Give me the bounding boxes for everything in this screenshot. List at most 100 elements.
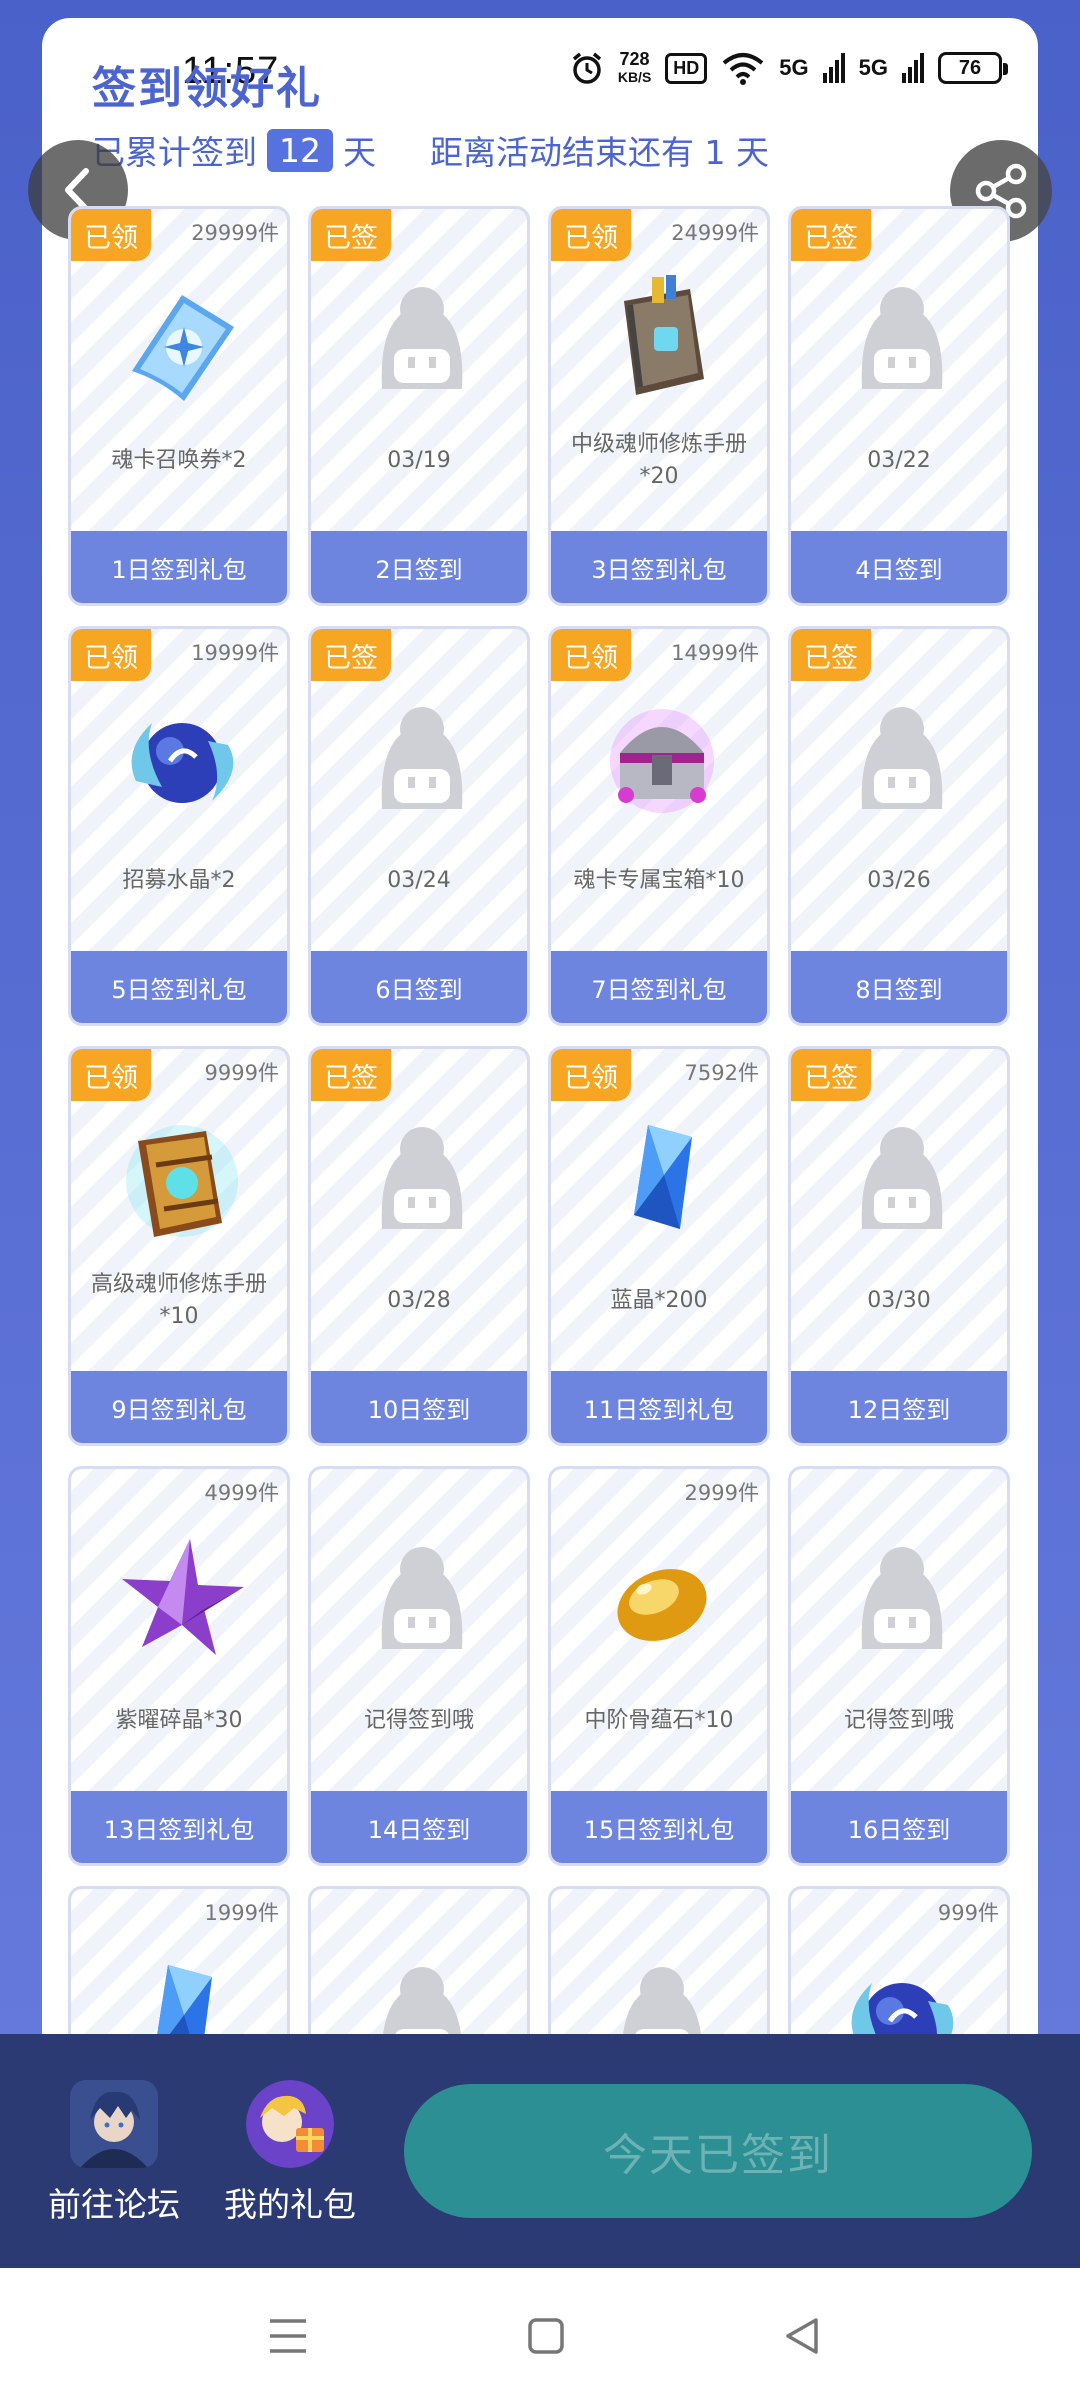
day-label: 14日签到: [311, 1791, 527, 1863]
book-icon: [592, 271, 732, 411]
reward-card[interactable]: 已签 03/24 6日签到: [308, 626, 530, 1026]
signin-summary: 已累计签到 12 天 距离活动结束还有 1 天: [92, 124, 769, 176]
reward-card[interactable]: 记得签到哦 14日签到: [308, 1466, 530, 1866]
stock-count: 4999件: [204, 1481, 279, 1505]
status-tag: 已领: [551, 629, 631, 681]
reward-card[interactable]: 已领 29999件 魂卡召唤券*2 1日签到礼包: [68, 206, 290, 606]
stock-count: 19999件: [191, 641, 279, 665]
placeholder-icon: [592, 1951, 732, 2034]
orb-icon: [832, 1951, 972, 2034]
day-label: 15日签到礼包: [551, 1791, 767, 1863]
placeholder-icon: [832, 1531, 972, 1671]
day-label: 6日签到: [311, 951, 527, 1023]
crystal-icon: [112, 1951, 252, 2034]
reward-name: 记得签到哦: [363, 1708, 474, 1733]
ticket-icon: [112, 271, 252, 411]
reward-card[interactable]: 已领 19999件招募水晶*2 5日签到礼包: [68, 626, 290, 1026]
reward-name: 中级魂师修炼手册*20: [570, 432, 747, 489]
reward-name: 蓝晶*200: [610, 1288, 708, 1313]
reward-name: 03/26: [867, 868, 931, 893]
placeholder-icon: [832, 1111, 972, 1251]
reward-name: 魂卡专属宝箱*10: [573, 868, 745, 893]
day-label: 8日签到: [791, 951, 1007, 1023]
status-tag: 已签: [311, 629, 391, 681]
wifi-icon: [722, 53, 764, 85]
status-tag: 已领: [551, 209, 631, 261]
reward-card[interactable]: 已领 7592件 蓝晶*200 11日签到礼包: [548, 1046, 770, 1446]
reward-grid: 已领 29999件 魂卡召唤券*2 1日签到礼包 已签 03/19 2日签到 已领 24999件…: [68, 206, 1012, 2034]
activity-end-text: 距离活动结束还有 1 天: [430, 133, 769, 172]
stock-count: 7592件: [684, 1061, 759, 1085]
signal-bars-icon: [822, 53, 845, 83]
forum-avatar: [70, 2080, 158, 2168]
day-label: 9日签到礼包: [71, 1371, 287, 1443]
square-home-icon: [528, 2318, 564, 2354]
reward-card[interactable]: 999件: [788, 1886, 1010, 2034]
my-gifts-entry[interactable]: 我的礼包: [210, 2080, 370, 2226]
day-label: 13日签到礼包: [71, 1791, 287, 1863]
crystal-icon: [592, 1111, 732, 1251]
day-label: 16日签到: [791, 1791, 1007, 1863]
star-icon: [112, 1531, 252, 1671]
reward-card[interactable]: 已签 03/22 4日签到: [788, 206, 1010, 606]
reward-name: 03/28: [387, 1288, 451, 1313]
reward-card[interactable]: 已签 03/26 8日签到: [788, 626, 1010, 1026]
day-label: 1日签到礼包: [71, 531, 287, 603]
reward-name: 03/24: [387, 868, 451, 893]
reward-card[interactable]: [548, 1886, 770, 2034]
day-label: 5日签到礼包: [71, 951, 287, 1023]
system-nav-bar: [0, 2268, 1080, 2400]
net-speed-value: 728: [619, 49, 650, 69]
reward-card[interactable]: 4999件紫曜碎晶*30 13日签到礼包: [68, 1466, 290, 1866]
day-label: 3日签到礼包: [551, 531, 767, 603]
reward-name: 紫曜碎晶*30: [115, 1708, 243, 1733]
reward-card[interactable]: 已领 24999件中级魂师修炼手册*20 3日签到礼包: [548, 206, 770, 606]
home-nav-button[interactable]: [524, 2314, 568, 2358]
status-icons: 728 KB/S HD 5G 5G 76: [570, 49, 1008, 86]
signed-today-button[interactable]: 今天已签到: [404, 2084, 1032, 2218]
status-tag: 已领: [71, 629, 151, 681]
reward-card[interactable]: 已领 9999件 高级魂师修炼手册*10 9日签到礼包: [68, 1046, 290, 1446]
amber-stone-icon: [592, 1531, 732, 1671]
reward-name: 03/30: [867, 1288, 931, 1313]
stock-count: 2999件: [684, 1481, 759, 1505]
placeholder-icon: [352, 1531, 492, 1671]
stock-count: 1999件: [204, 1901, 279, 1925]
reward-card[interactable]: 1999件: [68, 1886, 290, 2034]
status-tag: 已领: [551, 1049, 631, 1101]
signal-2-label: 5G: [858, 55, 888, 80]
stock-count: 999件: [937, 1901, 999, 1925]
placeholder-icon: [352, 1951, 492, 2034]
my-gifts-label: 我的礼包: [224, 2185, 356, 2224]
menu-nav-button[interactable]: [266, 2314, 310, 2358]
reward-card[interactable]: 2999件 中阶骨蕴石*10 15日签到礼包: [548, 1466, 770, 1866]
chest-icon: [592, 691, 732, 831]
reward-name: 03/22: [867, 448, 931, 473]
reward-name: 魂卡召唤券*2: [111, 448, 247, 473]
forum-label: 前往论坛: [48, 2185, 180, 2224]
triangle-back-icon: [786, 2318, 818, 2354]
status-tag: 已签: [791, 209, 871, 261]
reward-card[interactable]: 已签 03/28 10日签到: [308, 1046, 530, 1446]
reward-card[interactable]: 已签 03/19 2日签到: [308, 206, 530, 606]
signal-1-label: 5G: [779, 55, 809, 80]
battery-level: 76: [958, 56, 982, 79]
reward-card[interactable]: 记得签到哦 16日签到: [788, 1466, 1010, 1866]
reward-card[interactable]: 已签 03/30 12日签到: [788, 1046, 1010, 1446]
stock-count: 24999件: [671, 221, 759, 245]
placeholder-icon: [352, 271, 492, 411]
placeholder-icon: [832, 691, 972, 831]
back-nav-button[interactable]: [780, 2314, 824, 2358]
menu-icon: [270, 2319, 306, 2353]
reward-name: 招募水晶*2: [122, 868, 236, 893]
day-label: 4日签到: [791, 531, 1007, 603]
reward-card[interactable]: [308, 1886, 530, 2034]
status-tag: 已签: [311, 209, 391, 261]
day-label: 10日签到: [311, 1371, 527, 1443]
alarm-icon: [572, 52, 601, 84]
day-label: 12日签到: [791, 1371, 1007, 1443]
forum-entry[interactable]: 前往论坛: [34, 2080, 194, 2226]
stock-count: 14999件: [671, 641, 759, 665]
stock-count: 9999件: [204, 1061, 279, 1085]
reward-card[interactable]: 已领 14999件 魂卡专属宝箱*10 7日签到礼包: [548, 626, 770, 1026]
